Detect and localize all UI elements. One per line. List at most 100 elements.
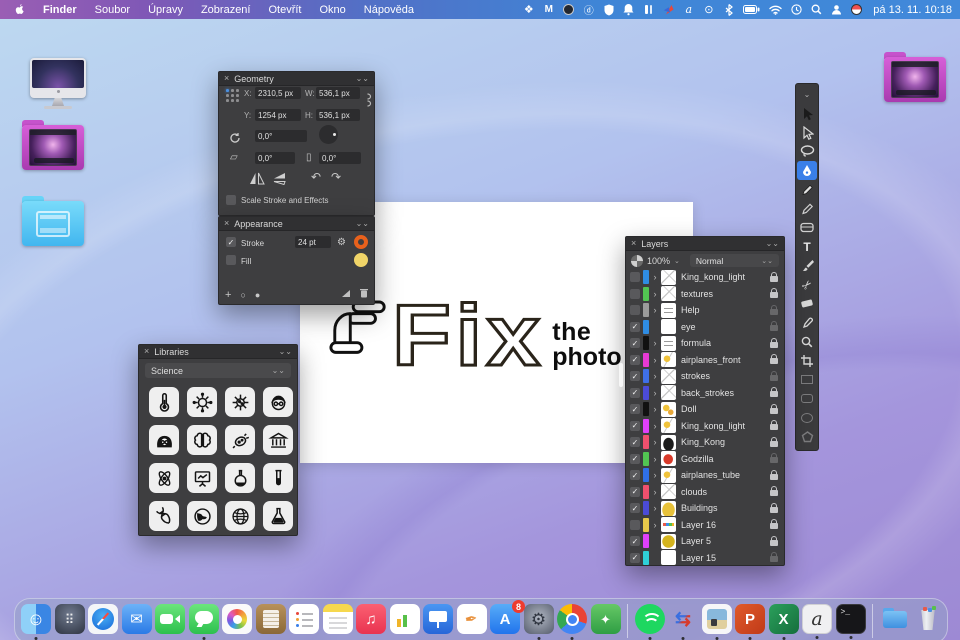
dock-app-terminal[interactable]: >_ [835,604,866,639]
x-field[interactable]: 2310,5 px [255,87,301,99]
layer-row[interactable]: › Buildings [626,500,784,517]
layer-visibility-checkbox[interactable] [630,354,640,365]
appearance-panel-header[interactable]: Appearance ⌄ [219,217,374,231]
anchor-point-grid[interactable] [226,89,241,104]
bluetooth-icon[interactable] [723,2,734,17]
layer-visibility-checkbox[interactable] [630,321,640,332]
h-field[interactable]: 536,1 px [316,109,360,121]
chevron-down-icon[interactable]: ⌄ [674,257,680,265]
shear-vertical-field[interactable]: 0,0° [319,152,361,164]
layers-scrollbar-thumb[interactable] [619,363,623,387]
dock-app-trash[interactable] [913,604,943,634]
menu-item-nápověda[interactable]: Nápověda [355,4,423,16]
close-icon[interactable] [224,74,229,83]
layers-panel-header[interactable]: Layers ⌄ [626,237,784,251]
opacity-wheel-icon[interactable] [631,254,643,267]
fill-checkbox[interactable] [226,255,236,265]
layer-row[interactable]: › strokes [626,368,784,385]
layer-row[interactable]: › textures [626,286,784,303]
menu-item-otevřít[interactable]: Otevřít [259,4,310,16]
rectangle-tool[interactable] [797,370,817,389]
flame-icon[interactable] [663,2,674,17]
dock-app-numbers[interactable] [389,604,420,634]
lock-icon[interactable] [770,354,778,365]
library-icon-globe-grid[interactable] [225,501,255,531]
anchor-dot[interactable] [226,99,229,102]
layer-visibility-checkbox[interactable] [630,536,640,547]
dock-app-music[interactable]: ♫ [356,604,386,634]
dock-app-excel[interactable]: X [768,604,799,640]
library-category-dropdown[interactable]: Science ⌄ [145,363,291,378]
circle-outline-icon[interactable]: ○ [240,290,245,300]
anchor-dot[interactable] [226,89,229,92]
circle-filled-icon[interactable]: ● [255,290,260,300]
spotlight-icon[interactable] [811,2,822,17]
gmail-icon[interactable]: M [543,2,554,17]
library-icon-virus-alt[interactable] [225,387,255,417]
pokeball-icon[interactable] [851,2,863,17]
menu-clock[interactable]: pá 13. 11. 10:18 [873,4,952,16]
shield-icon[interactable] [603,2,614,17]
layer-expand-arrow[interactable]: › [652,272,658,282]
layer-visibility-checkbox[interactable] [630,437,640,448]
imac-desktop-icon[interactable] [30,58,86,109]
eyedropper-tool[interactable] [797,313,817,332]
y-field[interactable]: 1254 px [255,109,301,121]
layer-expand-arrow[interactable]: › [652,371,658,381]
dock-app-safari[interactable] [88,604,118,634]
stroke-width-field[interactable]: 24 pt [295,236,331,248]
chevron-down-icon[interactable]: ⌄ [766,239,779,248]
link-dimensions-icon[interactable] [366,93,373,110]
anchor-dot[interactable] [231,89,234,92]
layer-row[interactable]: › airplanes_tube [626,467,784,484]
anchor-dot[interactable] [231,99,234,102]
layer-row[interactable]: › King_kong_light [626,269,784,286]
library-icon-test-tube[interactable] [263,463,293,493]
affinity-icon[interactable]: a [683,2,694,17]
lock-icon[interactable] [770,304,778,315]
text-tool[interactable]: T [797,237,817,256]
move-tool[interactable] [797,104,817,123]
geometry-panel-header[interactable]: Geometry ⌄ [219,72,374,86]
fill-tool[interactable] [797,218,817,237]
undo-icon[interactable] [311,172,321,182]
layer-row[interactable]: Layer 15 [626,550,784,565]
dock-app-chrome[interactable] [557,604,587,640]
lock-icon[interactable] [770,403,778,414]
purple-folder-desktop-icon[interactable] [22,120,84,170]
magnet-icon[interactable] [643,2,654,17]
redo-icon[interactable] [331,172,341,182]
lock-icon[interactable] [770,552,778,563]
dock-app-contacts[interactable] [255,604,286,634]
crop-tool[interactable] [797,351,817,370]
fill-color-swatch[interactable] [354,253,368,267]
lock-icon[interactable] [770,321,778,332]
trash-icon[interactable] [360,288,368,301]
layer-visibility-checkbox[interactable] [630,503,640,514]
menu-item-úpravy[interactable]: Úpravy [139,4,192,16]
library-icon-bacteria[interactable] [225,425,255,455]
layer-row[interactable]: › King_Kong [626,434,784,451]
layer-visibility-checkbox[interactable] [630,552,640,563]
layer-row[interactable]: › formula [626,335,784,352]
layer-expand-arrow[interactable]: › [652,437,658,447]
layer-row[interactable]: › King_kong_light [626,418,784,435]
dock-app-system-preferences[interactable]: ⚙ [523,604,554,640]
update-clock-icon[interactable] [791,2,802,17]
dock-app-photos[interactable] [222,604,252,634]
layer-visibility-checkbox[interactable] [630,470,640,481]
dock-app-keynote[interactable] [423,604,453,634]
pen-tool[interactable] [797,161,817,180]
layer-expand-arrow[interactable]: › [652,487,658,497]
dock-app-spotify[interactable] [634,604,665,640]
layer-row[interactable]: Layer 5 [626,533,784,550]
lock-icon[interactable] [770,387,778,398]
layer-visibility-checkbox[interactable] [630,305,640,316]
anchor-dot[interactable] [236,99,239,102]
layer-visibility-checkbox[interactable] [630,387,640,398]
lock-icon[interactable] [770,436,778,447]
close-icon[interactable] [144,347,149,356]
zoom-tool[interactable] [797,332,817,351]
dropbox-icon[interactable]: ❖ [523,2,534,17]
rounded-rectangle-tool[interactable] [797,389,817,408]
